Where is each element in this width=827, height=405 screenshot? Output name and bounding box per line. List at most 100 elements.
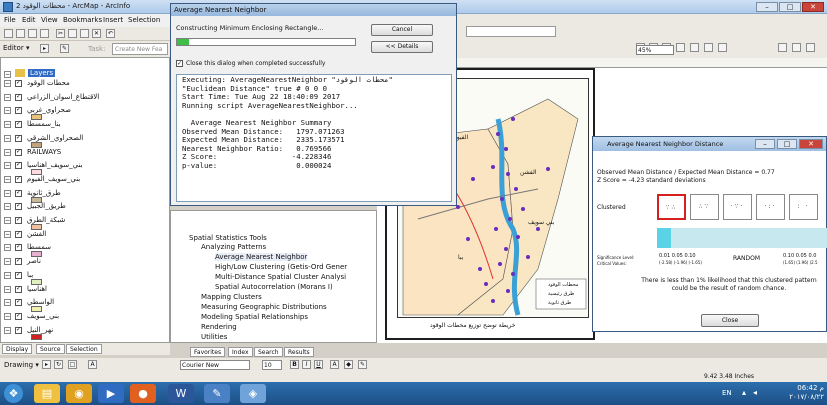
media-player-icon[interactable]: ▶ xyxy=(98,384,124,403)
explorer-icon[interactable]: ▤ xyxy=(34,384,60,403)
change-layout-icon[interactable] xyxy=(806,43,815,52)
layer-expand-icon[interactable]: − xyxy=(4,299,11,307)
toggle-draft-icon[interactable] xyxy=(778,43,787,52)
cancel-button[interactable]: Cancel xyxy=(371,24,433,36)
task-dropdown[interactable]: Create New Fea xyxy=(112,43,168,55)
layer-expand-icon[interactable]: − xyxy=(4,93,11,101)
layer-visibility-checkbox[interactable] xyxy=(15,148,22,156)
undo-icon[interactable]: ↶ xyxy=(106,29,115,38)
layer-name[interactable]: RAILWAYS xyxy=(27,148,61,156)
layer-name[interactable]: الاقتطاع_اسوان_الزراعي xyxy=(27,93,99,101)
layer-expand-icon[interactable]: − xyxy=(4,312,11,320)
menu-bookmarks[interactable]: Bookmarks xyxy=(63,16,102,24)
fill-color-icon[interactable]: ◆ xyxy=(344,360,353,369)
layer-expand-icon[interactable]: − xyxy=(4,203,11,211)
word-icon[interactable]: W xyxy=(168,384,194,403)
layer-visibility-checkbox[interactable] xyxy=(15,285,22,293)
language-indicator[interactable]: EN xyxy=(722,389,732,397)
edit-tool-icon[interactable]: ▸ xyxy=(40,44,49,53)
focus-frame-icon[interactable] xyxy=(792,43,801,52)
italic-icon[interactable]: I xyxy=(302,360,311,369)
tool-spatial-autocorrelation[interactable]: Spatial Autocorrelation (Morans I) xyxy=(215,283,333,291)
layer-expand-icon[interactable]: − xyxy=(4,244,11,252)
layer-expand-icon[interactable]: − xyxy=(4,121,11,129)
layer-expand-icon[interactable]: − xyxy=(4,326,11,334)
layer-visibility-checkbox[interactable] xyxy=(15,326,22,334)
minimize-button[interactable]: – xyxy=(756,2,778,12)
menu-view[interactable]: View xyxy=(41,16,58,24)
layer-visibility-checkbox[interactable] xyxy=(15,243,22,252)
underline-icon[interactable]: U xyxy=(314,360,323,369)
tab-selection[interactable]: Selection xyxy=(66,344,102,354)
layer-visibility-checkbox[interactable] xyxy=(15,120,22,129)
tool-high-low-clustering[interactable]: High/Low Clustering (Getis-Ord Gener xyxy=(215,263,347,271)
font-color-icon[interactable]: A xyxy=(330,360,339,369)
layer-name[interactable]: اهناسيا xyxy=(27,285,47,293)
open-icon[interactable] xyxy=(16,29,25,38)
layer-expand-icon[interactable]: − xyxy=(4,189,11,197)
layer-name[interactable]: ببا xyxy=(27,271,33,279)
menu-selection[interactable]: Selection xyxy=(128,16,160,24)
layer-name[interactable]: ناصر xyxy=(27,257,41,265)
arcmap-taskbar-icon[interactable]: ◈ xyxy=(240,384,266,403)
new-icon[interactable] xyxy=(4,29,13,38)
toolset-mapping-clusters[interactable]: Mapping Clusters xyxy=(201,293,262,301)
layer-name[interactable]: الواسطي xyxy=(27,298,54,306)
rotate-icon[interactable]: ↻ xyxy=(54,360,63,369)
tab-display[interactable]: Display xyxy=(2,344,33,354)
maximize-button[interactable]: □ xyxy=(779,2,801,12)
layer-name[interactable]: بنا_سمسطا xyxy=(27,120,61,128)
layer-visibility-checkbox[interactable] xyxy=(15,202,22,211)
toolbox-spatial-statistics[interactable]: Spatial Statistics Tools xyxy=(189,234,267,242)
layer-name[interactable]: صحراوي_غربي xyxy=(27,106,71,114)
system-clock[interactable]: 06:42 م ٢٠١٧/٠٨/٢٢ xyxy=(768,384,824,402)
layer-visibility-checkbox[interactable] xyxy=(15,175,22,183)
layer-expand-icon[interactable]: − xyxy=(4,217,11,224)
tab-search[interactable]: Search xyxy=(254,347,283,357)
layer-name[interactable]: طريق_الجبيل xyxy=(27,202,66,210)
layer-expand-icon[interactable]: − xyxy=(4,175,11,183)
layer-name[interactable]: طرق_ثانوية xyxy=(27,189,61,197)
layer-visibility-checkbox[interactable] xyxy=(15,93,22,101)
full-extent-icon[interactable] xyxy=(676,43,685,52)
menu-file[interactable]: File xyxy=(4,16,16,24)
layer-visibility-checkbox[interactable] xyxy=(15,312,22,320)
sketch-tool-icon[interactable]: ✎ xyxy=(60,44,69,53)
tool-multi-distance-cluster[interactable]: Multi-Distance Spatial Cluster Analysi xyxy=(215,273,346,281)
report-close-x[interactable]: ✕ xyxy=(799,139,823,149)
font-size-select[interactable]: 10 xyxy=(262,360,282,370)
layer-expand-icon[interactable]: − xyxy=(4,271,11,279)
report-close-button[interactable]: Close xyxy=(701,314,759,327)
close-button[interactable]: ✕ xyxy=(802,2,824,12)
network-icon[interactable]: ▴ xyxy=(742,388,746,397)
layer-expand-icon[interactable]: − xyxy=(4,80,11,87)
layer-name[interactable]: بني_سويف_اهناسيا xyxy=(27,161,83,169)
menu-edit[interactable]: Edit xyxy=(22,16,36,24)
rectangle-icon[interactable]: □ xyxy=(68,360,77,369)
layer-name[interactable]: الصحراوي_الشرقي xyxy=(27,134,83,142)
layer-expand-icon[interactable]: − xyxy=(4,230,11,238)
bold-icon[interactable]: B xyxy=(290,360,299,369)
report-minimize[interactable]: – xyxy=(755,139,775,149)
layer-visibility-checkbox[interactable] xyxy=(15,134,22,142)
toolset-modeling-relationships[interactable]: Modeling Spatial Relationships xyxy=(201,313,308,321)
tab-favorites[interactable]: Favorites xyxy=(190,347,226,357)
firefox-icon[interactable]: ● xyxy=(130,384,156,403)
copy-icon[interactable] xyxy=(68,29,77,38)
cut-icon[interactable]: ✂ xyxy=(56,29,65,38)
close-when-done-checkbox[interactable]: ✓ xyxy=(176,60,183,67)
select-elements-icon[interactable]: ▸ xyxy=(42,360,51,369)
layer-expand-icon[interactable]: − xyxy=(4,162,11,170)
toolset-utilities[interactable]: Utilities xyxy=(201,333,227,341)
layer-visibility-checkbox[interactable] xyxy=(15,79,22,87)
collapse-icon[interactable]: − xyxy=(4,71,11,78)
delete-icon[interactable]: ✕ xyxy=(92,29,101,38)
tab-index[interactable]: Index xyxy=(228,347,253,357)
layer-visibility-checkbox[interactable] xyxy=(15,189,22,197)
layer-name[interactable]: شبكة_الطرق xyxy=(27,216,65,224)
start-button[interactable]: ❖ xyxy=(4,384,23,403)
layer-expand-icon[interactable]: − xyxy=(4,148,11,156)
layer-visibility-checkbox[interactable] xyxy=(15,106,22,115)
layer-visibility-checkbox[interactable] xyxy=(15,230,22,238)
layer-visibility-checkbox[interactable] xyxy=(15,271,22,279)
